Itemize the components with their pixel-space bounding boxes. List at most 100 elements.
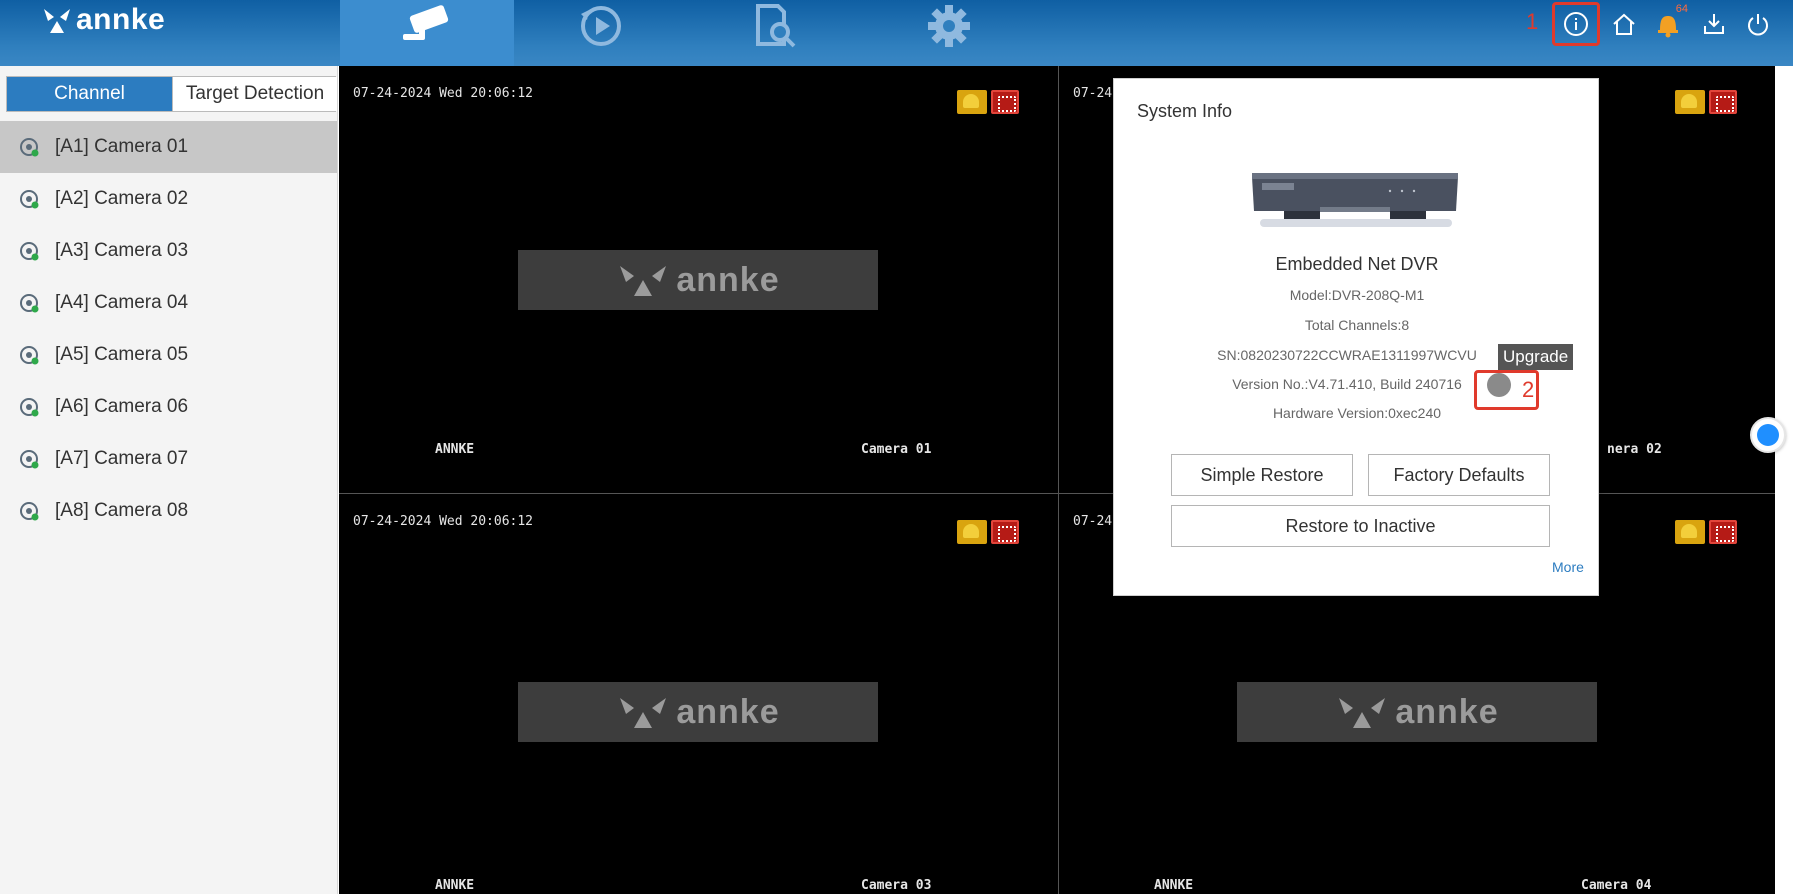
grid-divider-vertical xyxy=(1058,66,1059,894)
tab-target-detection[interactable]: Target Detection xyxy=(172,77,337,111)
camera-status-icon xyxy=(20,502,39,521)
playback-icon xyxy=(581,6,621,46)
download-icon xyxy=(1704,14,1724,34)
camera-list-item[interactable]: [A6] Camera 06 xyxy=(0,381,337,433)
camera-list-label: [A2] Camera 02 xyxy=(55,188,189,209)
floating-assistant-button[interactable] xyxy=(1750,417,1786,453)
camera-list-item[interactable]: [A4] Camera 04 xyxy=(0,277,337,329)
camera-status-icon xyxy=(20,190,39,209)
upgrade-icon-button[interactable] xyxy=(1487,373,1511,397)
channel-sidebar: Channel Target Detection [A1] Camera 01[… xyxy=(0,66,338,894)
video-cell-3[interactable]: 07-24-2024 Wed 20:06:12 annke ANNKE Came… xyxy=(339,494,1058,894)
tab-channel[interactable]: Channel xyxy=(7,77,172,111)
restore-to-inactive-button[interactable]: Restore to Inactive xyxy=(1171,505,1550,547)
power-button[interactable] xyxy=(1738,4,1778,44)
osd-timestamp: 07-24-2024 Wed 20:06:12 xyxy=(353,86,534,101)
camera-status-icon xyxy=(20,242,39,261)
dvr-web-client: annke 1 64 Channel Target Detection [A1]… xyxy=(0,0,1793,894)
camera-list-item[interactable]: [A7] Camera 07 xyxy=(0,433,337,485)
cell-status-icons xyxy=(1675,520,1737,544)
osd-brand: ANNKE xyxy=(435,442,475,457)
osd-timestamp: 07-24 xyxy=(1073,514,1113,529)
no-video-placeholder: annke xyxy=(518,682,878,742)
camera-list-label: [A3] Camera 03 xyxy=(55,240,189,261)
more-link[interactable]: More xyxy=(1552,559,1584,575)
camera-list-item[interactable]: [A1] Camera 01 xyxy=(0,121,337,173)
motion-detection-icon xyxy=(991,520,1019,544)
annke-logo-icon xyxy=(44,9,70,33)
camera-list-label: [A7] Camera 07 xyxy=(55,448,189,469)
camera-list: [A1] Camera 01 [A2] Camera 02 [A3] Camera … xyxy=(0,121,337,537)
info-button[interactable] xyxy=(1552,2,1600,46)
tab-playback[interactable] xyxy=(514,0,688,66)
total-channels-text: Total Channels:8 xyxy=(1304,317,1410,333)
osd-timestamp: 07-24-2024 Wed 20:06:12 xyxy=(353,514,534,529)
camera-status-icon xyxy=(20,346,39,365)
osd-camera-name: Camera 01 xyxy=(861,442,932,457)
right-edge-strip xyxy=(1775,66,1793,894)
upgrade-tooltip: Upgrade xyxy=(1498,344,1574,370)
annke-logo-icon xyxy=(620,266,667,296)
step-label-2: 2 xyxy=(1522,377,1535,402)
no-video-placeholder: annke xyxy=(518,250,878,310)
camera-list-item[interactable]: [A3] Camera 03 xyxy=(0,225,337,277)
osd-camera-name: nera 02 xyxy=(1607,442,1662,457)
popup-title: System Info xyxy=(1137,101,1233,121)
camera-status-icon xyxy=(20,398,39,417)
cell-status-icons xyxy=(957,90,1019,114)
placeholder-logo-text: annke xyxy=(676,260,780,299)
camera-list-item[interactable]: [A5] Camera 05 xyxy=(0,329,337,381)
camera-list-item[interactable]: [A8] Camera 08 xyxy=(0,485,337,537)
camera-list-item[interactable]: [A2] Camera 02 xyxy=(0,173,337,225)
gear-icon xyxy=(928,5,970,47)
cell-status-icons xyxy=(1675,90,1737,114)
motion-detection-icon xyxy=(991,90,1019,114)
cell-status-icons xyxy=(957,520,1019,544)
model-text: Model:DVR-208Q-M1 xyxy=(1289,287,1425,303)
camera-list-label: [A8] Camera 08 xyxy=(55,500,189,521)
home-button[interactable] xyxy=(1604,4,1644,44)
alarm-icon xyxy=(1675,520,1705,544)
power-icon xyxy=(1748,14,1768,36)
sidebar-tabs: Channel Target Detection xyxy=(6,76,337,112)
tab-live-view[interactable] xyxy=(340,0,514,66)
motion-detection-icon xyxy=(1709,520,1737,544)
osd-brand: ANNKE xyxy=(435,878,475,893)
osd-camera-name: Camera 03 xyxy=(861,878,932,893)
osd-camera-name: Camera 04 xyxy=(1581,878,1652,893)
brand-logo: annke xyxy=(40,2,165,38)
alarm-icon xyxy=(1675,90,1705,114)
camera-list-label: [A5] Camera 05 xyxy=(55,344,189,365)
dvr-device-image xyxy=(1252,173,1458,227)
notifications-button[interactable]: 64 xyxy=(1648,3,1688,44)
file-search-icon xyxy=(756,4,796,48)
tab-search[interactable] xyxy=(688,0,862,66)
system-info-popup: System Info Embedded Net DVR Model:DVR-2… xyxy=(1113,78,1599,596)
product-name: Embedded Net DVR xyxy=(1275,254,1439,274)
camera-status-icon xyxy=(20,294,39,313)
placeholder-logo-text: annke xyxy=(1395,692,1499,731)
annke-logo-icon xyxy=(620,698,667,728)
chat-bubble-icon xyxy=(1757,424,1779,446)
tab-configuration[interactable] xyxy=(862,0,1036,66)
camera-status-icon xyxy=(20,450,39,469)
camera-status-icon xyxy=(20,138,39,157)
camera-list-label: [A4] Camera 04 xyxy=(55,292,189,313)
notification-count-badge: 64 xyxy=(1675,3,1688,15)
download-button[interactable] xyxy=(1694,4,1734,44)
home-icon xyxy=(1613,13,1635,35)
osd-timestamp: 07-24 xyxy=(1073,86,1113,101)
step-label-1: 1 xyxy=(1526,9,1539,34)
annke-logo-icon xyxy=(1339,698,1386,728)
alarm-icon xyxy=(957,520,987,544)
video-cell-1[interactable]: 07-24-2024 Wed 20:06:12 annke ANNKE Came… xyxy=(339,66,1058,493)
camera-list-label: [A6] Camera 06 xyxy=(55,396,189,417)
brand-logo-text: annke xyxy=(76,3,166,36)
factory-defaults-button[interactable]: Factory Defaults xyxy=(1368,454,1550,496)
info-icon xyxy=(1564,12,1588,36)
camera-list-label: [A1] Camera 01 xyxy=(55,136,189,157)
no-video-placeholder: annke xyxy=(1237,682,1597,742)
simple-restore-button[interactable]: Simple Restore xyxy=(1171,454,1353,496)
top-bar: annke 1 64 xyxy=(0,0,1793,66)
cctv-camera-icon xyxy=(403,5,449,40)
